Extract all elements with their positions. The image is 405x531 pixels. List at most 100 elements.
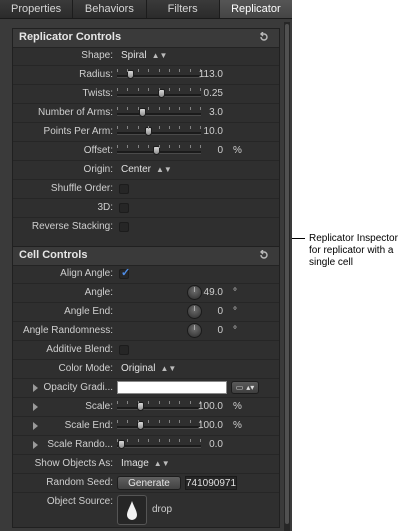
color-mode-popup[interactable]: Original ▲▼ xyxy=(121,363,176,374)
points-value[interactable]: 10.0 xyxy=(204,126,223,137)
additive-checkbox[interactable] xyxy=(119,345,129,355)
disclosure-triangle-icon[interactable] xyxy=(33,422,38,430)
shape-popup[interactable]: Spiral ▲▼ xyxy=(121,50,167,61)
slider-tick xyxy=(159,107,160,110)
threed-row: 3D: xyxy=(13,199,279,218)
arms-value[interactable]: 3.0 xyxy=(209,107,223,118)
slider-tick xyxy=(169,126,170,129)
cell-controls-header[interactable]: Cell Controls xyxy=(13,247,279,266)
radius-slider[interactable] xyxy=(117,68,201,82)
inspector-tabs: Properties Behaviors Filters Replicator xyxy=(0,0,292,19)
angle-label: Angle: xyxy=(84,287,113,298)
slider-tick xyxy=(148,439,149,442)
scale-end-slider[interactable] xyxy=(117,419,201,433)
points-slider[interactable] xyxy=(117,125,201,139)
slider-tick xyxy=(148,145,149,148)
threed-checkbox[interactable] xyxy=(119,203,129,213)
scale-random-slider[interactable] xyxy=(117,438,201,452)
origin-label: Origin: xyxy=(83,164,113,175)
slider-tick xyxy=(179,69,180,72)
disclosure-triangle-icon[interactable] xyxy=(33,384,38,392)
replicator-controls-header[interactable]: Replicator Controls xyxy=(13,29,279,48)
callout-leader-line xyxy=(292,238,305,239)
additive-label: Additive Blend: xyxy=(46,344,113,355)
slider-tick xyxy=(179,107,180,110)
tab-filters[interactable]: Filters xyxy=(146,0,220,18)
slider-tick xyxy=(159,401,160,404)
slider-knob[interactable] xyxy=(118,440,125,449)
slider-tick xyxy=(148,420,149,423)
gradient-preset-popup[interactable]: ▭ ▴▾ xyxy=(231,381,259,394)
shuffle-checkbox[interactable] xyxy=(119,184,129,194)
slider-knob[interactable] xyxy=(127,70,134,79)
show-as-popup[interactable]: Image ▲▼ xyxy=(121,458,170,469)
inspector-scrollbar[interactable] xyxy=(284,22,290,531)
object-source-name: drop xyxy=(152,504,173,515)
slider-tick xyxy=(117,126,118,129)
shape-value: Spiral xyxy=(121,50,147,61)
scale-random-value[interactable]: 0.0 xyxy=(209,439,223,450)
tab-properties[interactable]: Properties xyxy=(0,0,74,18)
slider-tick xyxy=(190,420,191,423)
reverse-label: Reverse Stacking: xyxy=(31,221,113,232)
disclosure-triangle-icon[interactable] xyxy=(33,403,38,411)
offset-value[interactable]: 0 xyxy=(217,145,223,156)
twists-slider[interactable] xyxy=(117,87,201,101)
angle-random-value[interactable]: 0 xyxy=(217,325,223,336)
slider-tick xyxy=(117,439,118,442)
twists-value[interactable]: 0.25 xyxy=(204,88,223,99)
reset-icon[interactable] xyxy=(259,32,269,42)
object-source-well[interactable] xyxy=(117,495,147,525)
shuffle-row: Shuffle Order: xyxy=(13,180,279,199)
align-angle-checkbox[interactable]: ✓ xyxy=(119,267,131,279)
slider-tick xyxy=(148,88,149,91)
generate-button[interactable]: Generate xyxy=(117,476,181,490)
origin-popup[interactable]: Center ▲▼ xyxy=(121,164,172,175)
slider-tick xyxy=(117,69,118,72)
scale-value[interactable]: 100.0 xyxy=(198,401,223,412)
slider-track xyxy=(117,113,201,116)
slider-tick xyxy=(179,145,180,148)
random-seed-label: Random Seed: xyxy=(46,477,113,488)
updown-arrow-icon: ▲▼ xyxy=(153,459,170,468)
slider-tick xyxy=(159,145,160,148)
opacity-gradient-well[interactable] xyxy=(117,381,227,394)
slider-tick xyxy=(127,107,128,110)
slider-tick xyxy=(127,145,128,148)
random-seed-field[interactable]: 741090971 xyxy=(185,476,237,490)
tab-behaviors[interactable]: Behaviors xyxy=(73,0,147,18)
scale-random-row: Scale Rando... 0.0 xyxy=(13,436,279,455)
threed-label: 3D: xyxy=(97,202,113,213)
object-source-label: Object Source: xyxy=(46,496,113,507)
arms-slider[interactable] xyxy=(117,106,201,120)
disclosure-triangle-icon[interactable] xyxy=(33,441,38,449)
scrollbar-thumb[interactable] xyxy=(285,24,289,524)
slider-tick xyxy=(179,420,180,423)
reverse-checkbox[interactable] xyxy=(119,222,129,232)
slider-tick xyxy=(179,401,180,404)
updown-arrow-icon: ▲▼ xyxy=(160,364,177,373)
angle-end-value[interactable]: 0 xyxy=(217,306,223,317)
slider-tick xyxy=(148,69,149,72)
slider-tick xyxy=(127,88,128,91)
scale-end-unit: % xyxy=(233,420,242,431)
slider-tick xyxy=(179,126,180,129)
checkmark-icon: ✓ xyxy=(121,267,131,279)
reset-icon[interactable] xyxy=(259,250,269,260)
angle-end-dial[interactable] xyxy=(187,304,202,319)
offset-row: Offset: 0 % xyxy=(13,142,279,161)
offset-unit: % xyxy=(233,145,242,156)
slider-knob[interactable] xyxy=(139,108,146,117)
angle-dial[interactable] xyxy=(187,285,202,300)
radius-value[interactable]: 113.0 xyxy=(199,69,223,80)
slider-tick xyxy=(169,69,170,72)
scale-slider[interactable] xyxy=(117,400,201,414)
angle-value[interactable]: 49.0 xyxy=(204,287,223,298)
scale-end-value[interactable]: 100.0 xyxy=(198,420,223,431)
angle-unit: ° xyxy=(233,287,237,298)
offset-slider[interactable] xyxy=(117,144,201,158)
scale-random-label: Scale Rando... xyxy=(47,439,113,450)
angle-random-dial[interactable] xyxy=(187,323,202,338)
tab-replicator[interactable]: Replicator xyxy=(219,0,292,18)
slider-tick xyxy=(127,126,128,129)
